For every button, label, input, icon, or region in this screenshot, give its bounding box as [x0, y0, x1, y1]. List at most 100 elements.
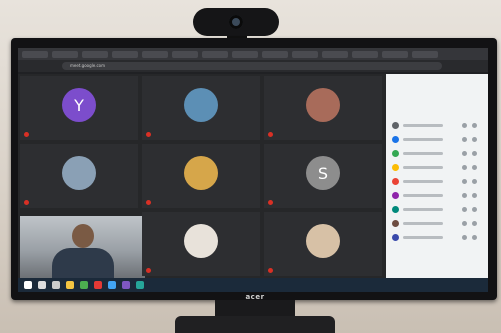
mic-icon[interactable]: [462, 151, 467, 156]
participant-list-avatar: [392, 150, 399, 157]
participant-avatar: [184, 224, 218, 258]
participant-list-item[interactable]: [392, 164, 482, 172]
participant-tile[interactable]: [264, 212, 382, 276]
mic-icon[interactable]: [462, 137, 467, 142]
participant-list-item[interactable]: [392, 192, 482, 200]
browser-tab[interactable]: [172, 51, 198, 58]
browser-tab[interactable]: [292, 51, 318, 58]
participant-list-avatar: [392, 136, 399, 143]
muted-mic-icon: [268, 268, 273, 273]
browser-tab[interactable]: [52, 51, 78, 58]
muted-mic-icon: [24, 200, 29, 205]
participant-list-item[interactable]: [392, 150, 482, 158]
participant-tile[interactable]: S: [264, 144, 382, 208]
taskbar: [18, 278, 488, 292]
webcam: [193, 8, 279, 36]
muted-mic-icon: [268, 200, 273, 205]
participant-list-avatar: [392, 234, 399, 241]
participant-tile[interactable]: [142, 76, 260, 140]
avatar-letter: S: [317, 163, 329, 183]
participant-avatar: Y: [62, 88, 96, 122]
participant-tile[interactable]: [20, 144, 138, 208]
more-options-icon[interactable]: [472, 193, 477, 198]
participant-list-item[interactable]: [392, 178, 482, 186]
mic-icon[interactable]: [462, 179, 467, 184]
participant-tile[interactable]: Y: [20, 76, 138, 140]
participants-panel: [386, 74, 488, 278]
participant-list-item[interactable]: [392, 122, 482, 130]
more-options-icon[interactable]: [472, 235, 477, 240]
participant-list-item[interactable]: [392, 136, 482, 144]
mic-icon[interactable]: [462, 193, 467, 198]
meeting-stage: Y S: [18, 74, 386, 278]
mic-icon[interactable]: [462, 123, 467, 128]
browser-tab[interactable]: [262, 51, 288, 58]
participant-avatar: [184, 88, 218, 122]
explorer-icon[interactable]: [66, 281, 74, 289]
muted-mic-icon: [24, 132, 29, 137]
browser-tab[interactable]: [382, 51, 408, 58]
monitor-screen: meet.google.com Y S: [18, 48, 488, 278]
monitor-brand-logo: acer: [245, 293, 265, 301]
person-body: [52, 248, 114, 278]
browser-tab[interactable]: [82, 51, 108, 58]
participant-list-name: [403, 166, 443, 169]
participant-tile[interactable]: [264, 76, 382, 140]
browser-tab[interactable]: [412, 51, 438, 58]
webcam-lens: [229, 15, 243, 29]
mic-icon[interactable]: [462, 221, 467, 226]
more-options-icon[interactable]: [472, 221, 477, 226]
participant-list-name: [403, 194, 443, 197]
participant-tile[interactable]: [142, 212, 260, 276]
browser-tab[interactable]: [142, 51, 168, 58]
mic-icon[interactable]: [462, 235, 467, 240]
muted-mic-icon: [268, 132, 273, 137]
participant-list-avatar: [392, 122, 399, 129]
participant-list-name: [403, 124, 443, 127]
participant-avatar: S: [306, 156, 340, 190]
app-icon[interactable]: [122, 281, 130, 289]
more-options-icon[interactable]: [472, 207, 477, 212]
person-head: [72, 224, 94, 248]
browser-tab[interactable]: [202, 51, 228, 58]
participant-avatar: [306, 224, 340, 258]
self-view-tile[interactable]: [20, 216, 145, 278]
search-icon[interactable]: [38, 281, 46, 289]
task-view-icon[interactable]: [52, 281, 60, 289]
participant-list-item[interactable]: [392, 220, 482, 228]
mic-icon[interactable]: [462, 207, 467, 212]
participant-list-name: [403, 236, 443, 239]
more-options-icon[interactable]: [472, 123, 477, 128]
chrome-icon[interactable]: [80, 281, 88, 289]
browser-tab[interactable]: [22, 51, 48, 58]
participant-avatar: [306, 88, 340, 122]
participant-list-name: [403, 152, 443, 155]
participant-list-avatar: [392, 220, 399, 227]
participant-list-name: [403, 208, 443, 211]
participant-list-avatar: [392, 164, 399, 171]
monitor-base: [175, 316, 335, 333]
panel-title: [392, 80, 478, 86]
browser-tab[interactable]: [322, 51, 348, 58]
participant-list-name: [403, 180, 443, 183]
participant-list-item[interactable]: [392, 234, 482, 242]
participant-list-item[interactable]: [392, 206, 482, 214]
more-options-icon[interactable]: [472, 179, 477, 184]
participant-tile[interactable]: [142, 144, 260, 208]
app-icon[interactable]: [108, 281, 116, 289]
start-icon[interactable]: [24, 281, 32, 289]
app-icon[interactable]: [94, 281, 102, 289]
browser-tab[interactable]: [232, 51, 258, 58]
browser-tab[interactable]: [112, 51, 138, 58]
more-options-icon[interactable]: [472, 165, 477, 170]
browser-tab[interactable]: [352, 51, 378, 58]
avatar-letter: Y: [74, 95, 84, 115]
mic-icon[interactable]: [462, 165, 467, 170]
browser-tab-bar: [18, 48, 488, 60]
participant-list-name: [403, 222, 443, 225]
participant-list-avatar: [392, 192, 399, 199]
app-icon[interactable]: [136, 281, 144, 289]
address-bar[interactable]: meet.google.com: [62, 62, 442, 70]
more-options-icon[interactable]: [472, 151, 477, 156]
more-options-icon[interactable]: [472, 137, 477, 142]
